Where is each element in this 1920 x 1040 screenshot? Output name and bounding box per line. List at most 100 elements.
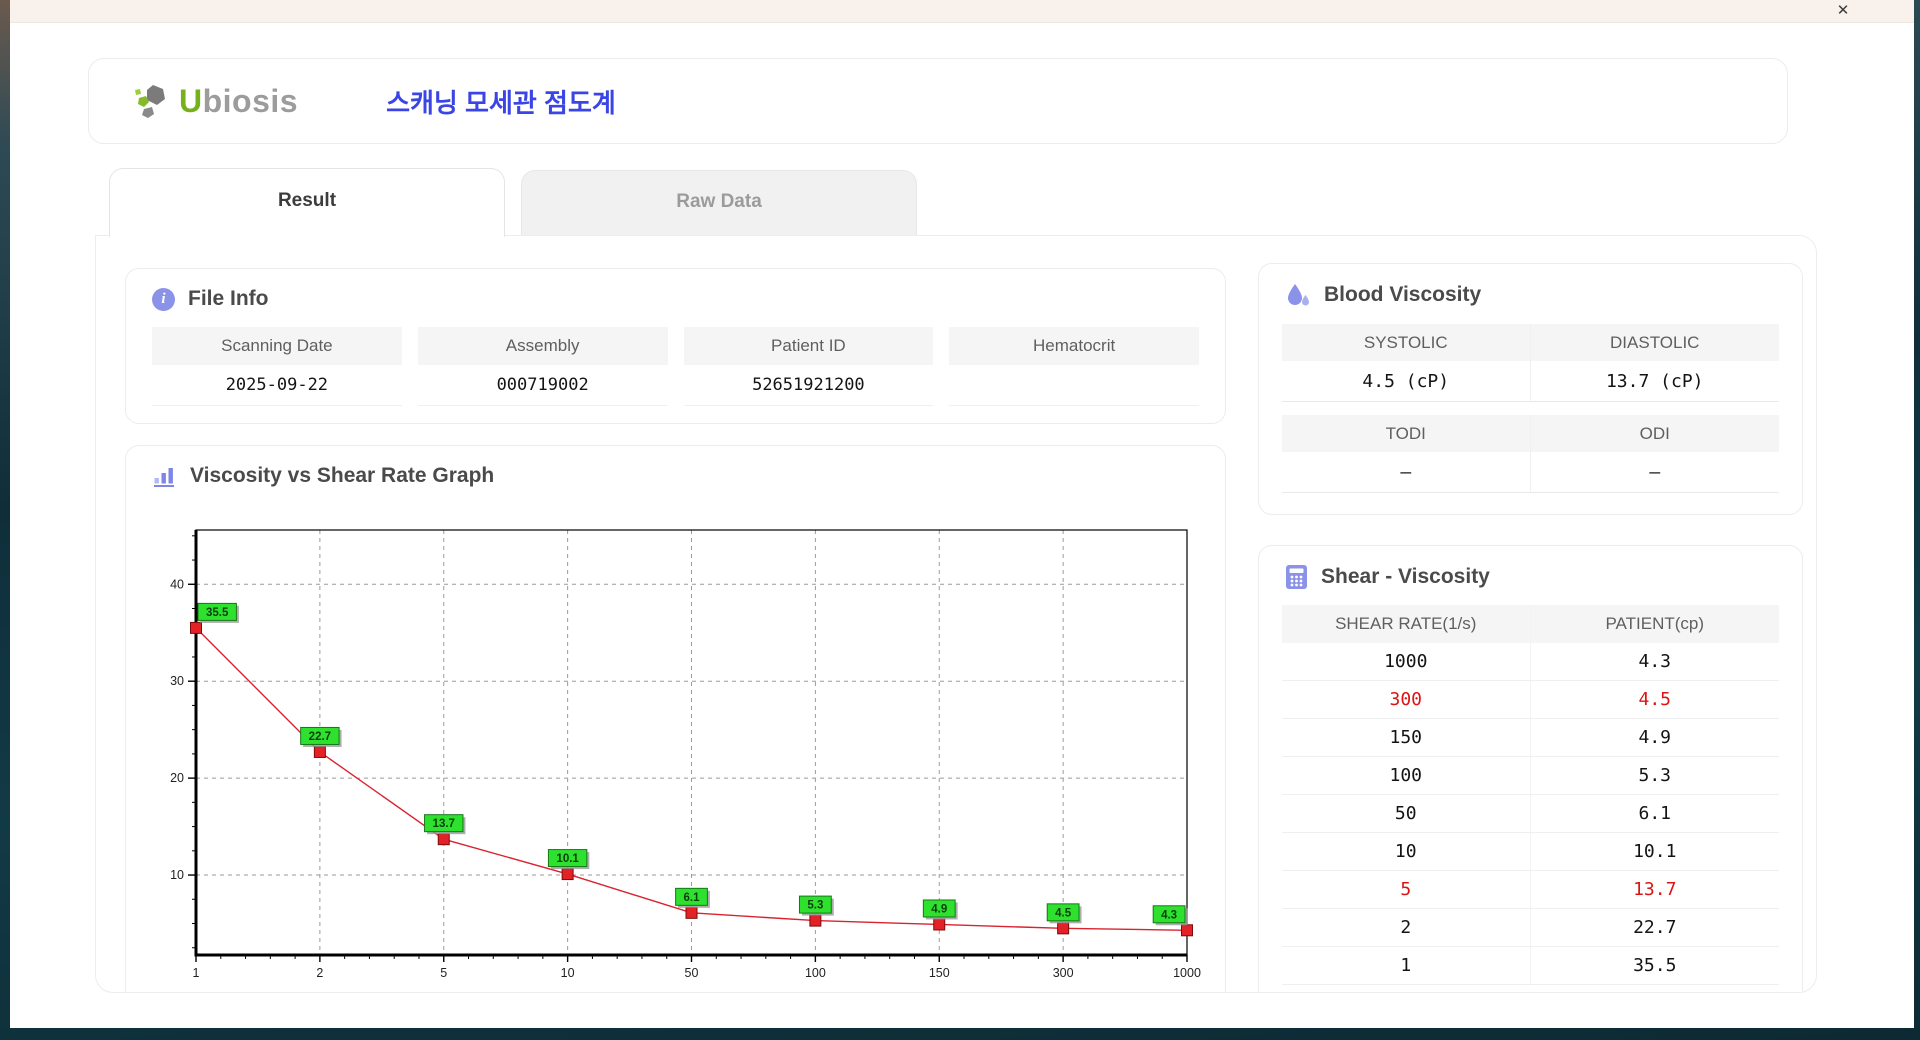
- shear-viscosity-title-row: Shear - Viscosity: [1259, 546, 1802, 590]
- odi-header: ODI: [1530, 415, 1779, 452]
- svg-text:4.5: 4.5: [1055, 907, 1072, 919]
- tab-raw-data[interactable]: Raw Data: [521, 170, 917, 236]
- shear-viscosity-row: 10 10.1: [1282, 833, 1779, 871]
- patient-viscosity-value: 4.3: [1530, 643, 1779, 681]
- shear-viscosity-header-row: SHEAR RATE(1/s) PATIENT(cp): [1282, 605, 1779, 643]
- shear-rate-header: SHEAR RATE(1/s): [1282, 605, 1531, 643]
- todi-header: TODI: [1282, 415, 1531, 452]
- svg-text:6.1: 6.1: [684, 892, 701, 904]
- desktop: ✕ Ubiosis 스캐닝 모세관 점도계 Result Raw Data i …: [0, 0, 1920, 1040]
- graph-title-row: Viscosity vs Shear Rate Graph: [126, 446, 1225, 488]
- svg-text:40: 40: [170, 577, 184, 591]
- svg-text:10: 10: [561, 966, 575, 980]
- app-logo: Ubiosis: [131, 80, 298, 122]
- blood-viscosity-value-row: 4.5 (cP) 13.7 (cP): [1282, 361, 1779, 402]
- app-window: ✕ Ubiosis 스캐닝 모세관 점도계 Result Raw Data i …: [10, 0, 1914, 1028]
- logo-word: biosis: [202, 82, 299, 119]
- patient-header: PATIENT(cp): [1530, 605, 1779, 643]
- svg-text:22.7: 22.7: [309, 731, 331, 743]
- patient-viscosity-value: 35.5: [1530, 947, 1779, 985]
- shear-rate-value: 2: [1282, 909, 1531, 947]
- svg-text:5.3: 5.3: [807, 900, 823, 912]
- svg-text:150: 150: [929, 966, 950, 980]
- graph-title: Viscosity vs Shear Rate Graph: [190, 464, 495, 487]
- tab-result[interactable]: Result: [109, 168, 505, 237]
- svg-text:1: 1: [193, 966, 200, 980]
- patient-viscosity-value: 4.9: [1530, 719, 1779, 757]
- blood-viscosity-card: Blood Viscosity SYSTOLIC DIASTOLIC 4.5 (…: [1258, 263, 1803, 515]
- todi-value: –: [1282, 452, 1531, 493]
- file-info-column-value: 000719002: [417, 365, 668, 406]
- svg-text:4.9: 4.9: [931, 903, 947, 915]
- file-info-column: Patient ID 52651921200: [683, 327, 934, 406]
- patient-viscosity-value: 5.3: [1530, 757, 1779, 795]
- file-info-card: i File Info Scanning Date 2025-09-22 Assem…: [125, 268, 1226, 424]
- svg-text:30: 30: [170, 674, 184, 688]
- shear-rate-value: 150: [1282, 719, 1531, 757]
- window-titlebar: ✕: [10, 0, 1914, 23]
- shear-viscosity-row: 2 22.7: [1282, 909, 1779, 947]
- systolic-header: SYSTOLIC: [1282, 324, 1531, 361]
- svg-text:35.5: 35.5: [206, 607, 229, 619]
- file-info-column: Assembly 000719002: [417, 327, 668, 406]
- blood-viscosity-row-gap: [1282, 402, 1779, 415]
- todi-odi-value-row: – –: [1282, 452, 1779, 493]
- shear-rate-value: 1000: [1282, 643, 1531, 681]
- blood-viscosity-title: Blood Viscosity: [1324, 283, 1482, 306]
- shear-viscosity-row: 100 5.3: [1282, 757, 1779, 795]
- shear-rate-value: 10: [1282, 833, 1531, 871]
- close-icon[interactable]: ✕: [1832, 1, 1854, 21]
- patient-viscosity-value: 13.7: [1530, 871, 1779, 909]
- shear-viscosity-row: 300 4.5: [1282, 681, 1779, 719]
- shear-viscosity-title: Shear - Viscosity: [1321, 565, 1490, 588]
- file-info-column: Hematocrit: [949, 327, 1199, 406]
- diastolic-value: 13.7 (cP): [1530, 361, 1779, 402]
- shear-viscosity-row: 1 35.5: [1282, 947, 1779, 985]
- file-info-column-value: [949, 365, 1199, 406]
- shear-rate-value: 5: [1282, 871, 1531, 909]
- file-info-grid: Scanning Date 2025-09-22 Assembly 000719002…: [152, 327, 1199, 406]
- todi-odi-header-row: TODI ODI: [1282, 415, 1779, 452]
- shear-viscosity-row: 1000 4.3: [1282, 643, 1779, 681]
- droplets-icon: [1288, 284, 1309, 306]
- svg-text:100: 100: [805, 966, 826, 980]
- shear-viscosity-row: 150 4.9: [1282, 719, 1779, 757]
- patient-viscosity-value: 4.5: [1530, 681, 1779, 719]
- svg-text:1000: 1000: [1173, 966, 1201, 980]
- file-info-column: Scanning Date 2025-09-22: [152, 327, 402, 406]
- odi-value: –: [1530, 452, 1779, 493]
- shear-viscosity-rows: 1000 4.3 300 4.5 150 4.9 100 5.3 50 6.1 10 10.1 5 13.…: [1282, 643, 1779, 985]
- viscosity-chart: 10 20 30 40 1 2 5 10 50 100 150 300 1000 35.5 22.7 13.7…: [142, 511, 1202, 986]
- svg-text:10.1: 10.1: [556, 853, 579, 865]
- svg-text:4.3: 4.3: [1161, 909, 1177, 921]
- svg-text:50: 50: [685, 966, 699, 980]
- file-info-title-row: i File Info: [126, 269, 1225, 311]
- systolic-value: 4.5 (cP): [1282, 361, 1531, 402]
- patient-viscosity-value: 6.1: [1530, 795, 1779, 833]
- svg-text:20: 20: [170, 771, 184, 785]
- diastolic-header: DIASTOLIC: [1530, 324, 1779, 361]
- shear-viscosity-row: 5 13.7: [1282, 871, 1779, 909]
- logo-text: Ubiosis: [179, 83, 298, 120]
- app-title: 스캐닝 모세관 점도계: [386, 87, 616, 118]
- shear-rate-value: 300: [1282, 681, 1531, 719]
- header-card: Ubiosis 스캐닝 모세관 점도계: [88, 58, 1788, 144]
- calculator-icon: [1286, 565, 1307, 589]
- shear-rate-value: 1: [1282, 947, 1531, 985]
- shear-viscosity-table: SHEAR RATE(1/s) PATIENT(cp) 1000 4.3 300 4.…: [1282, 605, 1779, 985]
- svg-text:300: 300: [1053, 966, 1074, 980]
- graph-card: Viscosity vs Shear Rate Graph 10 20 30 40 1 2…: [125, 445, 1226, 992]
- svg-text:5: 5: [440, 966, 447, 980]
- patient-viscosity-value: 22.7: [1530, 909, 1779, 947]
- logo-icon: [135, 85, 165, 118]
- blood-viscosity-header-row: SYSTOLIC DIASTOLIC: [1282, 324, 1779, 361]
- svg-text:13.7: 13.7: [433, 818, 455, 830]
- blood-viscosity-title-row: Blood Viscosity: [1259, 264, 1802, 308]
- shear-viscosity-card: Shear - Viscosity SHEAR RATE(1/s) PATIEN…: [1258, 545, 1803, 992]
- shear-viscosity-row: 50 6.1: [1282, 795, 1779, 833]
- blood-viscosity-table: SYSTOLIC DIASTOLIC 4.5 (cP) 13.7 (cP) TO…: [1282, 324, 1779, 493]
- file-info-column-header: Scanning Date: [152, 327, 402, 365]
- shear-rate-value: 100: [1282, 757, 1531, 795]
- file-info-column-header: Patient ID: [683, 327, 934, 365]
- file-info-title: File Info: [188, 287, 269, 310]
